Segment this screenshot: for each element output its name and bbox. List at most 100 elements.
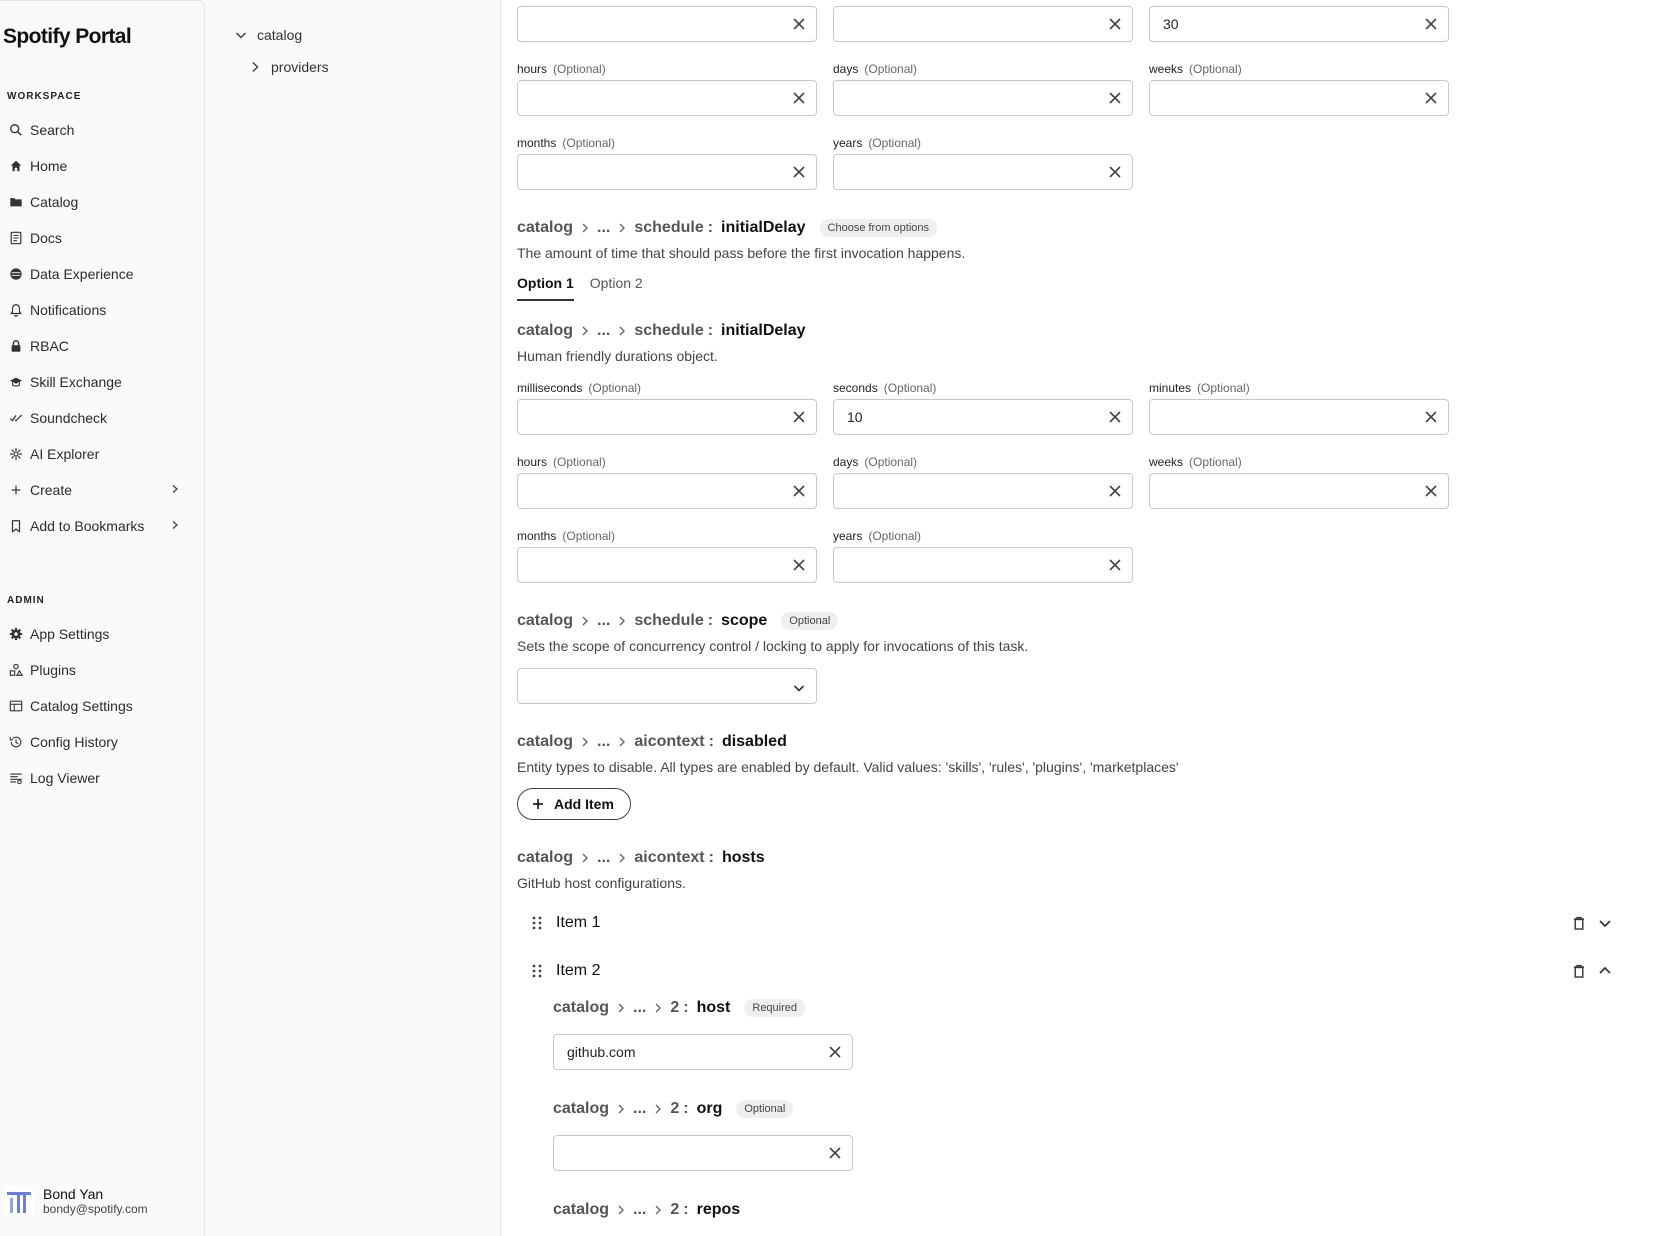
weeks-label: weeks (Optional) bbox=[1149, 455, 1242, 469]
sidebar-item-docs[interactable]: Docs bbox=[0, 222, 200, 254]
years-input[interactable] bbox=[833, 547, 1133, 583]
option-tabs: Option 1 Option 2 bbox=[517, 275, 659, 301]
sidebar-item-log-viewer[interactable]: Log Viewer bbox=[0, 762, 200, 794]
chevron-down-icon bbox=[235, 32, 247, 39]
sidebar-item-label: Catalog Settings bbox=[30, 698, 133, 714]
sidebar-item-skill-exchange[interactable]: Skill Exchange bbox=[0, 366, 200, 398]
minutes-label: minutes (Optional) bbox=[1149, 381, 1250, 395]
months-input[interactable] bbox=[517, 547, 817, 583]
sidebar-item-label: Home bbox=[30, 158, 68, 174]
field-key: hosts bbox=[721, 849, 765, 866]
seconds-input[interactable]: 10 bbox=[833, 399, 1133, 435]
close-icon[interactable] bbox=[1424, 91, 1438, 105]
weeks-input[interactable] bbox=[1149, 473, 1449, 509]
chevron-down-icon[interactable] bbox=[1597, 915, 1613, 931]
weeks-input[interactable] bbox=[1149, 80, 1449, 116]
sidebar-item-label: RBAC bbox=[30, 338, 69, 354]
config-tree: catalog providers bbox=[205, 0, 501, 1236]
sidebar-item-label: Data Experience bbox=[30, 266, 134, 282]
sidebar-item-data-experience[interactable]: Data Experience bbox=[0, 258, 200, 290]
sidebar-item-label: Soundcheck bbox=[30, 410, 108, 426]
field-description: Entity types to disable. All types are e… bbox=[517, 759, 1179, 775]
tab-option-1[interactable]: Option 1 bbox=[517, 275, 574, 301]
close-icon[interactable] bbox=[1108, 165, 1122, 179]
sidebar-item-label: Add to Bookmarks bbox=[30, 518, 145, 534]
admin-section-label: ADMIN bbox=[7, 595, 45, 606]
chevron-right-icon bbox=[582, 737, 589, 747]
hours-label: hours (Optional) bbox=[517, 455, 606, 469]
days-input[interactable] bbox=[833, 80, 1133, 116]
tree-node-catalog[interactable]: catalog bbox=[235, 27, 302, 43]
chevron-up-icon[interactable] bbox=[1597, 963, 1613, 979]
close-icon[interactable] bbox=[1108, 484, 1122, 498]
sidebar-item-add-to-bookmarks[interactable]: Add to Bookmarks bbox=[0, 510, 200, 542]
close-icon[interactable] bbox=[792, 91, 806, 105]
close-icon[interactable] bbox=[1108, 91, 1122, 105]
close-icon[interactable] bbox=[792, 17, 806, 31]
drag-handle-icon[interactable] bbox=[530, 963, 544, 979]
drag-handle-icon[interactable] bbox=[530, 915, 544, 931]
hours-input[interactable] bbox=[517, 80, 817, 116]
sidebar-item-app-settings[interactable]: App Settings bbox=[0, 618, 200, 650]
close-icon[interactable] bbox=[792, 410, 806, 424]
close-icon[interactable] bbox=[828, 1146, 842, 1160]
tree-node-label: catalog bbox=[257, 27, 303, 43]
user-profile[interactable]: Bond Yan bondy@spotify.com bbox=[4, 1186, 148, 1216]
avatar bbox=[4, 1186, 34, 1216]
years-label: years (Optional) bbox=[833, 529, 922, 543]
tab-option-2[interactable]: Option 2 bbox=[590, 275, 643, 301]
trash-icon[interactable] bbox=[1571, 915, 1587, 931]
chevron-right-icon bbox=[655, 1205, 662, 1215]
years-input[interactable] bbox=[833, 154, 1133, 190]
duration-field-input[interactable] bbox=[833, 6, 1133, 42]
chevron-right-icon bbox=[618, 1003, 625, 1013]
sidebar-item-ai-explorer[interactable]: AI Explorer bbox=[0, 438, 200, 470]
scope-select[interactable] bbox=[517, 668, 817, 704]
sidebar-item-notifications[interactable]: Notifications bbox=[0, 294, 200, 326]
close-icon[interactable] bbox=[828, 1045, 842, 1059]
close-icon[interactable] bbox=[1424, 17, 1438, 31]
months-label: months (Optional) bbox=[517, 136, 616, 150]
org-input[interactable] bbox=[553, 1135, 853, 1171]
sidebar-item-catalog[interactable]: Catalog bbox=[0, 186, 200, 218]
sidebar-item-catalog-settings[interactable]: Catalog Settings bbox=[0, 690, 200, 722]
field-description: Sets the scope of concurrency control / … bbox=[517, 638, 1029, 654]
sparkle-icon bbox=[0, 447, 30, 461]
days-input[interactable] bbox=[833, 473, 1133, 509]
close-icon[interactable] bbox=[1108, 17, 1122, 31]
sidebar-item-label: Skill Exchange bbox=[30, 374, 122, 390]
sidebar-item-rbac[interactable]: RBAC bbox=[0, 330, 200, 362]
sidebar-item-plugins[interactable]: Plugins bbox=[0, 654, 200, 686]
workspace-section-label: WORKSPACE bbox=[7, 91, 82, 102]
sidebar-item-label: Docs bbox=[30, 230, 62, 246]
host-input[interactable]: github.com bbox=[553, 1034, 853, 1070]
close-icon[interactable] bbox=[1108, 410, 1122, 424]
hours-input[interactable] bbox=[517, 473, 817, 509]
list-item[interactable]: Item 2 bbox=[530, 962, 600, 980]
trash-icon[interactable] bbox=[1571, 963, 1587, 979]
duration-field-input[interactable]: 30 bbox=[1149, 6, 1449, 42]
milliseconds-input[interactable] bbox=[517, 399, 817, 435]
close-icon[interactable] bbox=[792, 165, 806, 179]
breadcrumb: catalog ... 2: host Required bbox=[553, 999, 806, 1017]
tree-node-providers[interactable]: providers bbox=[249, 59, 329, 75]
app-logo[interactable]: Spotify Portal bbox=[3, 25, 132, 49]
close-icon[interactable] bbox=[1424, 484, 1438, 498]
sidebar-item-label: App Settings bbox=[30, 626, 110, 642]
breadcrumb: catalog ... schedule: initialDelay Choos… bbox=[517, 219, 938, 237]
close-icon[interactable] bbox=[792, 484, 806, 498]
sidebar-item-home[interactable]: Home bbox=[0, 150, 200, 182]
duration-field-input[interactable] bbox=[517, 6, 817, 42]
close-icon[interactable] bbox=[1424, 410, 1438, 424]
sidebar-item-create[interactable]: Create bbox=[0, 474, 200, 506]
list-item[interactable]: Item 1 bbox=[530, 914, 600, 932]
add-item-button[interactable]: Add Item bbox=[517, 788, 631, 820]
status-badge: Choose from options bbox=[819, 219, 938, 237]
sidebar-item-search[interactable]: Search bbox=[0, 114, 200, 146]
sidebar-item-config-history[interactable]: Config History bbox=[0, 726, 200, 758]
months-input[interactable] bbox=[517, 154, 817, 190]
close-icon[interactable] bbox=[1108, 558, 1122, 572]
sidebar-item-soundcheck[interactable]: Soundcheck bbox=[0, 402, 200, 434]
minutes-input[interactable] bbox=[1149, 399, 1449, 435]
close-icon[interactable] bbox=[792, 558, 806, 572]
